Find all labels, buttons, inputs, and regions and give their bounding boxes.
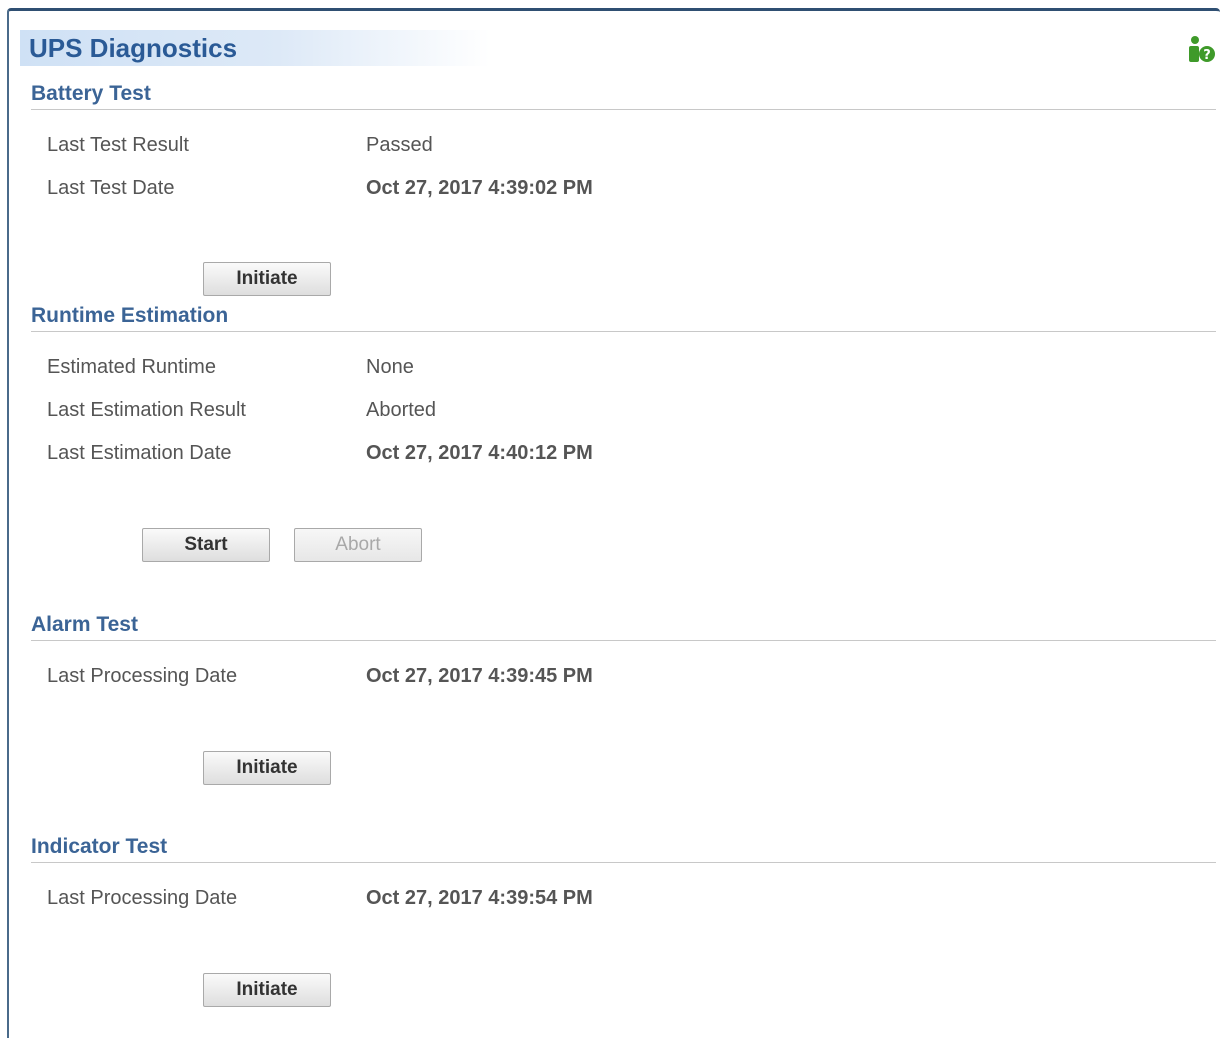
value-estimated-runtime: None — [366, 356, 414, 378]
help-icon[interactable]: ? — [1186, 34, 1216, 64]
value-alarm-last-processing-date: Oct 27, 2017 4:39:45 PM — [366, 665, 593, 687]
value-indicator-last-processing-date: Oct 27, 2017 4:39:54 PM — [366, 887, 593, 909]
value-last-estimation-result: Aborted — [366, 399, 437, 421]
label-last-test-result: Last Test Result — [47, 134, 189, 156]
value-last-test-date: Oct 27, 2017 4:39:02 PM — [366, 177, 593, 199]
section-divider — [31, 109, 1216, 110]
page-title: UPS Diagnostics — [20, 30, 490, 66]
runtime-start-button[interactable]: Start — [142, 528, 270, 562]
label-estimated-runtime: Estimated Runtime — [47, 356, 216, 378]
section-divider — [31, 862, 1216, 863]
svg-text:?: ? — [1203, 48, 1211, 63]
section-title-alarm-test: Alarm Test — [31, 613, 138, 636]
indicator-test-initiate-button[interactable]: Initiate — [203, 973, 331, 1007]
label-indicator-last-processing-date: Last Processing Date — [47, 887, 238, 909]
battery-test-initiate-button[interactable]: Initiate — [203, 262, 331, 296]
section-title-runtime-estimation: Runtime Estimation — [31, 304, 229, 327]
diagnostics-panel — [7, 8, 1220, 1038]
label-alarm-last-processing-date: Last Processing Date — [47, 665, 238, 687]
value-last-estimation-date: Oct 27, 2017 4:40:12 PM — [366, 442, 593, 464]
section-divider — [31, 640, 1216, 641]
section-title-battery-test: Battery Test — [31, 82, 151, 105]
value-last-test-result: Passed — [366, 134, 433, 156]
alarm-test-initiate-button[interactable]: Initiate — [203, 751, 331, 785]
section-title-indicator-test: Indicator Test — [31, 835, 168, 858]
label-last-estimation-result: Last Estimation Result — [47, 399, 246, 421]
label-last-test-date: Last Test Date — [47, 177, 175, 199]
runtime-abort-button[interactable]: Abort — [294, 528, 422, 562]
label-last-estimation-date: Last Estimation Date — [47, 442, 232, 464]
section-divider — [31, 331, 1216, 332]
